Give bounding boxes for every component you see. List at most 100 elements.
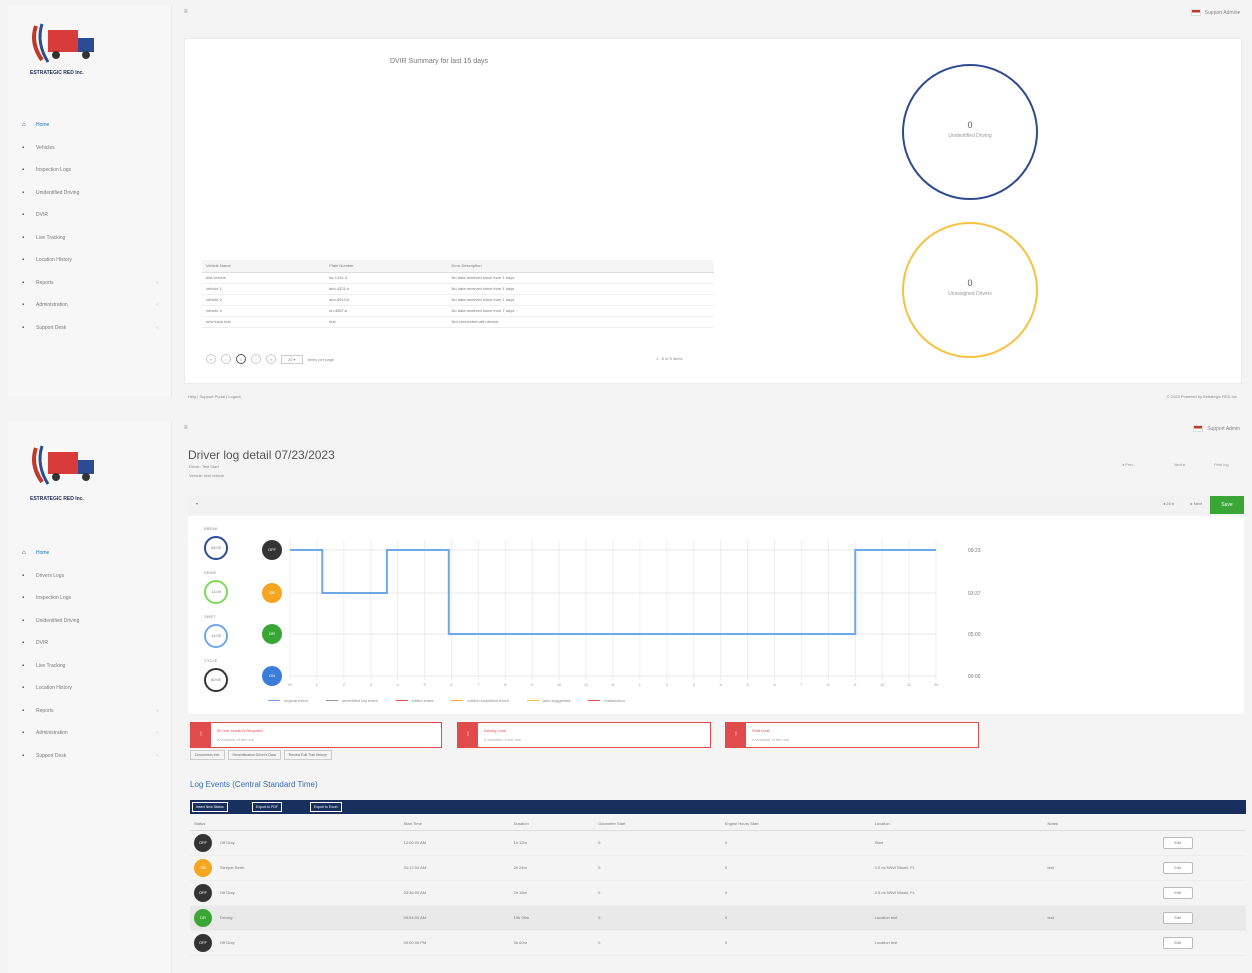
sidebar-item-tracking[interactable]: ▪ Live Tracking — [22, 227, 162, 250]
sidebar-item-home[interactable]: ⌂ Home — [22, 542, 162, 565]
table-cell: 2h 18m — [509, 880, 595, 906]
collapse-icon[interactable]: ▾ — [196, 501, 198, 506]
unidentified-driving-circle[interactable]: 0 Unidentified Driving — [902, 64, 1038, 200]
edit-history-button[interactable]: Review Edit Trail History — [283, 750, 332, 760]
menu-toggle-icon[interactable]: ≡ — [184, 425, 188, 431]
sidebar-item-label: Support Desk — [36, 324, 67, 331]
x-tick-label: 3 — [370, 682, 373, 687]
cell-text: 01:12:00 AM — [403, 865, 427, 870]
column-header[interactable]: Engine Hours Start — [720, 818, 871, 831]
sidebar-item-location[interactable]: ▪ Location History — [22, 249, 162, 272]
table-row[interactable]: vehicle 3 en-4567-b No data received since… — [202, 305, 714, 317]
page-1-button[interactable]: 1 — [236, 354, 246, 364]
x-tick-label: 2 — [666, 682, 669, 687]
table-cell: test vehicle — [202, 272, 326, 284]
sidebar-item-logs[interactable]: ▪ Inspection Logs — [22, 159, 162, 182]
table-row[interactable]: OFF Off Duty 09:00:00 PM 3h 00m 0 0 Location t… — [190, 930, 1246, 956]
home-icon: ⌂ — [22, 550, 26, 557]
edit-button[interactable]: Edit — [1162, 911, 1193, 924]
column-header[interactable]: Location — [870, 818, 1044, 831]
user-menu[interactable]: Support Admin — [1193, 425, 1240, 432]
table-row[interactable]: vehicle 2 abc-8910-b No data received sinc… — [202, 294, 714, 306]
range-toggle[interactable]: ◂ 24 h — [1163, 501, 1174, 506]
sidebar-item-tracking[interactable]: ▪ Live Tracking — [22, 655, 162, 678]
alert-shift-limit: ! Shift Limit A violation of the rule — [725, 722, 979, 748]
prev-page-button[interactable]: ‹ — [221, 354, 231, 364]
sidebar-item-admin[interactable]: ▪ Administration ‹ — [22, 294, 162, 317]
next-day-link[interactable]: Next ▸ — [1174, 462, 1185, 467]
sidebar-item-reports[interactable]: ▪ Reports ‹ — [22, 272, 162, 295]
column-header[interactable] — [1109, 818, 1246, 831]
edit-button[interactable]: Edit — [1162, 936, 1193, 949]
column-header[interactable]: Vehicle Name — [202, 260, 326, 273]
column-header[interactable]: Error Description — [447, 260, 714, 273]
row-total-label: 05:00 — [968, 632, 981, 638]
sidebar-item-admin[interactable]: ▪ Administration ‹ — [22, 722, 162, 745]
sidebar-item-reports[interactable]: ▪ Reports ‹ — [22, 700, 162, 723]
sidebar-item-label: DVIR — [36, 212, 48, 219]
footer-links[interactable]: Help | Support Portal | Logout — [188, 394, 241, 399]
stat-label: DRIVE — [204, 570, 217, 575]
first-page-button[interactable]: « — [206, 354, 216, 364]
sidebar-item-unidentified[interactable]: ▪ Unidentified Driving — [22, 182, 162, 205]
unidentified-icon: ▪ — [22, 189, 25, 196]
x-tick-label: 7 — [800, 682, 803, 687]
unassigned-drivers-circle[interactable]: 0 Unassigned Drivers — [902, 222, 1038, 358]
edit-button[interactable]: Edit — [1162, 861, 1193, 874]
sidebar-item-home[interactable]: ⌂ Home — [22, 114, 162, 137]
menu-toggle-icon[interactable]: ≡ — [184, 9, 188, 15]
table-row[interactable]: new truck test test Not connected with dev… — [202, 316, 714, 328]
page-size-select[interactable]: 20 ▾ — [281, 354, 303, 364]
chart-legend: original event uncertified log event edite… — [268, 698, 625, 703]
column-header[interactable]: Duration — [509, 818, 595, 831]
tracking-icon: ▪ — [22, 234, 25, 241]
sidebar-item-location[interactable]: ▪ Location History — [22, 677, 162, 700]
table-row[interactable]: SB Sleeper Berth 01:12:00 AM 2h 24m 0 0 0.5 mi… — [190, 855, 1246, 881]
sidebar-item-dvir[interactable]: ▪ DVIR — [22, 204, 162, 227]
sidebar-item-vehicles[interactable]: ▪ Drivers Logs — [22, 565, 162, 588]
sidebar-item-unidentified[interactable]: ▪ Unidentified Driving — [22, 610, 162, 633]
last-page-button[interactable]: » — [266, 354, 276, 364]
summary-title: DVIR Summary for last 15 days — [390, 58, 489, 65]
sidebar-item-dvir[interactable]: ▪ DVIR — [22, 632, 162, 655]
export-excel-button[interactable]: Export to Excel — [310, 802, 342, 812]
edit-button[interactable]: Edit — [1162, 836, 1193, 849]
legend-item: auto-suggested — [526, 698, 570, 703]
column-header[interactable]: Odometer Start — [594, 818, 721, 831]
column-header[interactable]: Notes — [1043, 818, 1110, 831]
recertification-button[interactable]: Recertification Driver's Data — [227, 750, 281, 760]
table-row[interactable]: OFF Off Duty 03:36:00 AM 2h 18m 0 0 0.5 mi NNW… — [190, 880, 1246, 906]
table-row[interactable]: test vehicle tst-1234-4 No data received s… — [202, 272, 714, 284]
column-header[interactable]: Plate Number — [325, 260, 448, 273]
legend-item: original event — [268, 698, 308, 703]
edit-button[interactable]: Edit — [1162, 886, 1193, 899]
user-menu[interactable]: Support Admin ▾ — [1190, 9, 1240, 16]
next-page-button[interactable]: › — [251, 354, 261, 364]
legend-swatch — [395, 699, 408, 702]
table-row[interactable]: OFF Off Duty 12:00:00 AM 1h 12m 0 0 Start Edit — [190, 830, 1246, 856]
legend-swatch — [588, 699, 601, 702]
legend-swatch — [526, 699, 539, 702]
column-header[interactable]: Start Time — [399, 818, 510, 831]
alert-driving-limit: ! Driving Limit A violation of the rule — [457, 722, 711, 748]
export-pdf-button[interactable]: Export to PDF — [252, 802, 282, 812]
chevron-icon: ‹ — [156, 707, 158, 714]
save-button[interactable]: Save — [1210, 496, 1244, 514]
cell-text: 0 — [598, 865, 601, 870]
x-tick-label: 7 — [477, 682, 480, 687]
sidebar-item-logs[interactable]: ▪ Inspection Logs — [22, 587, 162, 610]
table-row[interactable]: vehicle 1 abc-4321-b No data received sinc… — [202, 283, 714, 295]
insert-status-button[interactable]: Insert New Status — [192, 802, 228, 812]
print-log-link[interactable]: Print log — [1214, 462, 1229, 467]
prev-day-link[interactable]: ◂ Prev — [1122, 462, 1133, 467]
table-cell: OFF Off Duty — [190, 930, 400, 956]
table-cell: 0 — [594, 930, 721, 956]
column-header[interactable]: Status — [190, 818, 400, 831]
sidebar-item-support[interactable]: ▪ Support Desk ‹ — [22, 745, 162, 768]
table-cell: 0 — [594, 830, 721, 856]
sidebar-item-vehicles[interactable]: ▪ Vehicles — [22, 137, 162, 160]
documents-info-button[interactable]: Documents Info — [190, 750, 225, 760]
sidebar-item-support[interactable]: ▪ Support Desk ‹ — [22, 317, 162, 340]
next-toggle[interactable]: ▸ Next — [1191, 501, 1202, 506]
table-row[interactable]: DR Driving 05:54:00 AM 15h 06m 0 0 Location te… — [190, 905, 1246, 931]
